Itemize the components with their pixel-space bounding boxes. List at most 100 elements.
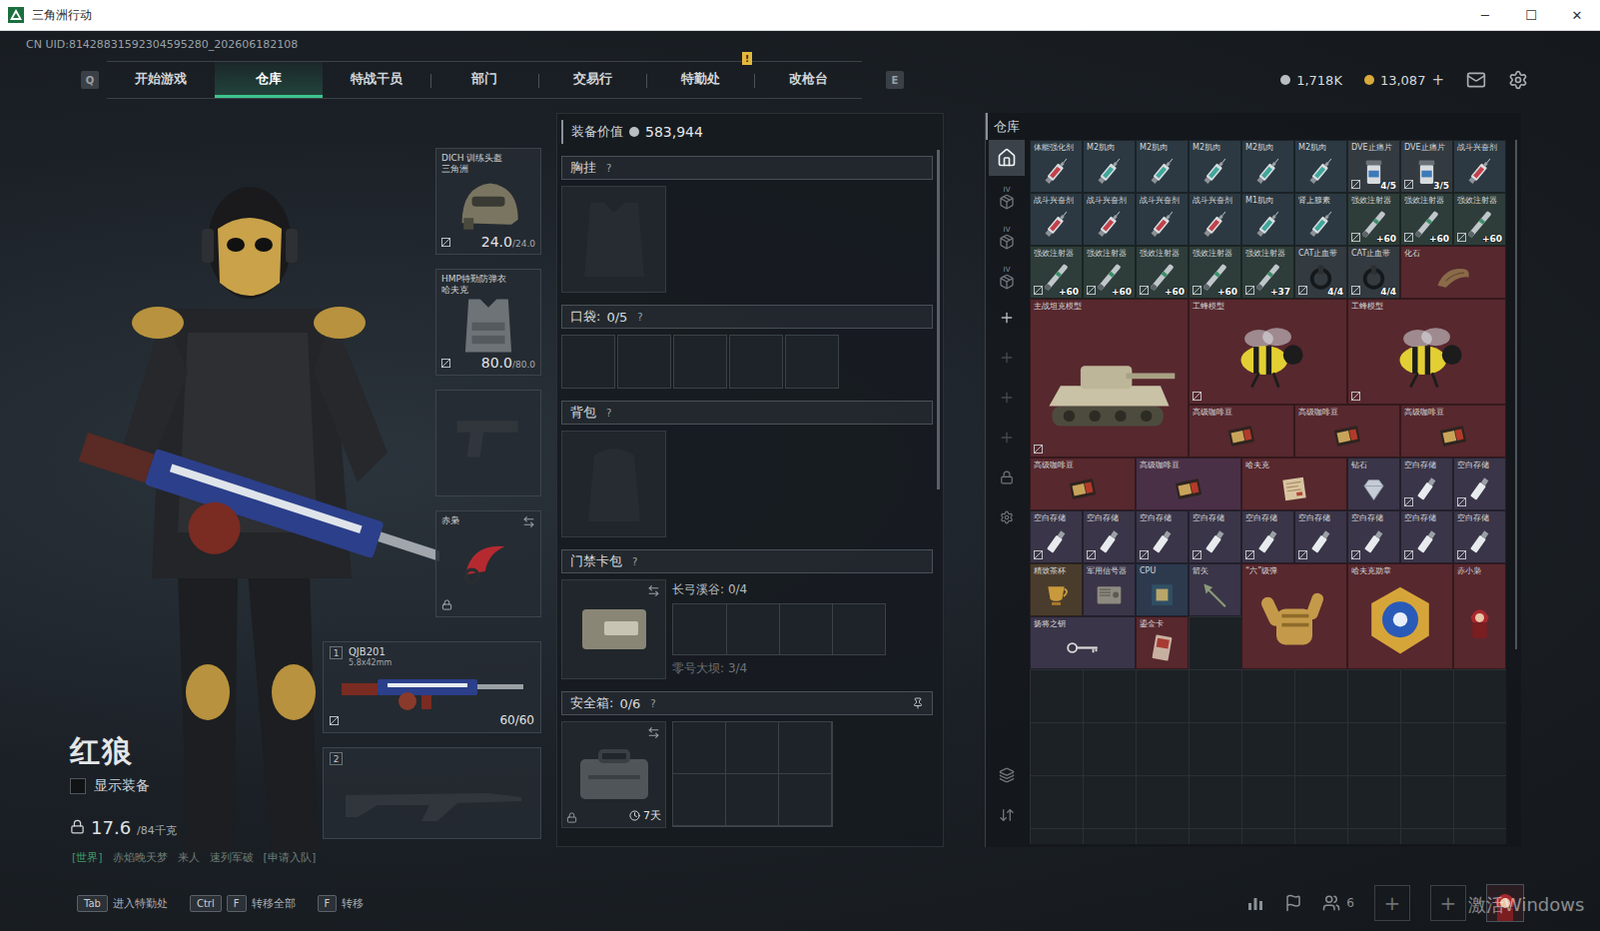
warehouse-item[interactable]: 鎏金卡 xyxy=(1135,616,1189,670)
warehouse-item[interactable]: 精致茶杯 xyxy=(1029,563,1083,617)
warehouse-item[interactable]: 空白存储 xyxy=(1453,510,1507,564)
mail-icon[interactable] xyxy=(1466,69,1487,90)
warehouse-item[interactable]: 哈夫克勋章 xyxy=(1347,563,1454,670)
pocket-slot[interactable] xyxy=(617,334,672,389)
warehouse-item[interactable]: 空白存储 xyxy=(1453,457,1507,511)
keycard-holder[interactable] xyxy=(561,579,667,680)
warehouse-item[interactable]: 体能强化剂 xyxy=(1029,139,1083,193)
warehouse-item[interactable]: 空白存储 xyxy=(1294,510,1348,564)
warehouse-item[interactable]: 空白存储 xyxy=(1400,510,1454,564)
warehouse-item[interactable]: M2肌肉 xyxy=(1188,139,1242,193)
warehouse-item[interactable]: 高级咖啡豆 xyxy=(1029,457,1136,511)
warehouse-tab[interactable] xyxy=(988,139,1025,176)
armor-slot[interactable]: HMP特勤防弹衣哈夫克80.0/80.0 xyxy=(435,268,542,376)
scrollbar[interactable] xyxy=(936,149,940,490)
add-storage-button[interactable] xyxy=(988,339,1025,376)
warehouse-item[interactable]: 空白存储 xyxy=(1135,510,1189,564)
warehouse-item[interactable]: 赤小枭 xyxy=(1453,563,1507,670)
swap-icon[interactable] xyxy=(647,726,661,740)
add-storage-button[interactable] xyxy=(988,299,1025,336)
show-equipment-toggle[interactable]: 显示装备 xyxy=(69,777,323,796)
swap-icon[interactable] xyxy=(522,515,536,529)
warehouse-item[interactable]: 肾上腺素 xyxy=(1294,192,1348,246)
warehouse-item[interactable]: “六”级弹 xyxy=(1241,563,1348,670)
warehouse-item[interactable]: 空白存储 xyxy=(1188,510,1242,564)
scrollbar[interactable] xyxy=(1515,139,1518,650)
nav-tab[interactable]: 改枪台 xyxy=(754,61,862,98)
chart-icon[interactable] xyxy=(1246,893,1265,912)
warehouse-item[interactable]: M2肌肉 xyxy=(1294,139,1348,193)
warehouse-item[interactable]: 强效注射器+60 xyxy=(1082,245,1136,299)
keycard-slot[interactable] xyxy=(779,604,832,655)
warehouse-item[interactable]: DVE止痛片3/5 xyxy=(1400,139,1454,193)
warehouse-item[interactable]: 高级咖啡豆 xyxy=(1294,404,1401,458)
warehouse-item[interactable]: M1肌肉 xyxy=(1241,192,1295,246)
warehouse-item[interactable]: 战斗兴奋剂 xyxy=(1188,192,1242,246)
warehouse-item[interactable]: CAT止血带4/4 xyxy=(1294,245,1348,299)
warehouse-item[interactable]: 箭矢 xyxy=(1188,563,1242,617)
warehouse-tab[interactable]: IV xyxy=(988,219,1025,256)
add-storage-button[interactable] xyxy=(988,419,1025,456)
warehouse-item[interactable]: 强效注射器+60 xyxy=(1453,192,1507,246)
warehouse-item[interactable]: 工蜂模型 xyxy=(1188,298,1348,405)
safe-slot[interactable] xyxy=(779,722,832,775)
pocket-slot[interactable] xyxy=(561,334,616,389)
window-control-button[interactable]: ✕ xyxy=(1554,0,1600,30)
safe-slot[interactable] xyxy=(726,722,780,775)
nav-right-key[interactable]: E xyxy=(885,70,904,89)
warehouse-item[interactable]: 高级咖啡豆 xyxy=(1135,457,1242,511)
sort-button[interactable] xyxy=(988,797,1025,833)
warehouse-item[interactable]: 强效注射器+60 xyxy=(1029,245,1083,299)
safe-slot[interactable] xyxy=(673,722,727,775)
key-hint[interactable]: CtrlF转移全部 xyxy=(189,894,296,912)
warehouse-item[interactable]: 高级咖啡豆 xyxy=(1188,404,1295,458)
warehouse-item[interactable]: 空白存储 xyxy=(1347,510,1401,564)
nav-tab[interactable]: 开始游戏 xyxy=(106,61,215,98)
safe-slot[interactable] xyxy=(673,774,727,826)
lock-button[interactable] xyxy=(988,459,1025,496)
friends[interactable]: 6 xyxy=(1322,893,1355,912)
checkbox[interactable] xyxy=(69,778,86,795)
backpack-slot[interactable] xyxy=(561,430,667,538)
warehouse-item[interactable]: 强效注射器+37 xyxy=(1241,245,1295,299)
window-control-button[interactable]: ☐ xyxy=(1508,0,1555,30)
pocket-slot[interactable] xyxy=(785,334,839,389)
warehouse-item[interactable]: M2肌肉 xyxy=(1135,139,1189,193)
warehouse-tab[interactable]: IV xyxy=(988,259,1025,296)
safe-slot[interactable] xyxy=(779,774,832,826)
warehouse-item[interactable]: CAT止血带4/4 xyxy=(1347,245,1401,299)
warehouse-item[interactable]: 主战坦克模型 xyxy=(1029,298,1189,458)
warehouse-item[interactable]: 空白存储 xyxy=(1029,510,1083,564)
pocket-slot[interactable] xyxy=(729,334,784,389)
warehouse-item[interactable]: M2肌肉 xyxy=(1082,139,1136,193)
nav-tab[interactable]: 仓库 xyxy=(214,61,323,98)
warehouse-item[interactable]: 空白存储 xyxy=(1241,510,1295,564)
warehouse-item[interactable]: 强效注射器+60 xyxy=(1400,192,1454,246)
safe-slot[interactable] xyxy=(726,774,780,826)
warehouse-item[interactable]: 强效注射器+60 xyxy=(1135,245,1189,299)
warehouse-tab[interactable]: IV xyxy=(988,179,1025,216)
warehouse-item[interactable]: DVE止痛片4/5 xyxy=(1347,139,1401,193)
add-storage-button[interactable] xyxy=(988,379,1025,416)
flag-icon[interactable] xyxy=(1284,893,1303,912)
warehouse-item[interactable]: 战斗兴奋剂 xyxy=(1082,192,1136,246)
party-slot[interactable]: + xyxy=(1374,884,1411,921)
warehouse-item[interactable]: 强效注射器+60 xyxy=(1347,192,1401,246)
warehouse-item[interactable]: 军用信号器 xyxy=(1082,563,1136,617)
gear-icon[interactable] xyxy=(1508,69,1529,90)
helmet-slot[interactable]: DICH 训练头盔三角洲24.0/24.0 xyxy=(435,147,542,255)
warehouse-item[interactable]: 高级咖啡豆 xyxy=(1400,404,1507,458)
warehouse-item[interactable]: 工蜂模型 xyxy=(1347,298,1507,405)
key-hint[interactable]: Tab进入特勤处 xyxy=(76,894,168,912)
keycard-slot[interactable] xyxy=(673,604,727,655)
party-slot[interactable]: + xyxy=(1430,884,1467,921)
warehouse-item[interactable]: 强效注射器+60 xyxy=(1188,245,1242,299)
chest-slot[interactable] xyxy=(561,185,667,293)
chat-sender[interactable]: 赤焰晚天梦 xyxy=(112,849,168,865)
pin-icon[interactable] xyxy=(911,697,924,710)
weapon-slot[interactable]: 2 xyxy=(322,747,542,839)
pocket-slot[interactable] xyxy=(673,334,728,389)
warehouse-item[interactable]: 哈夫克 xyxy=(1241,457,1348,511)
weapon-slot[interactable]: 1QJB2015.8x42mm60/60 xyxy=(322,641,542,734)
nav-tab[interactable]: 部门 xyxy=(430,61,539,98)
